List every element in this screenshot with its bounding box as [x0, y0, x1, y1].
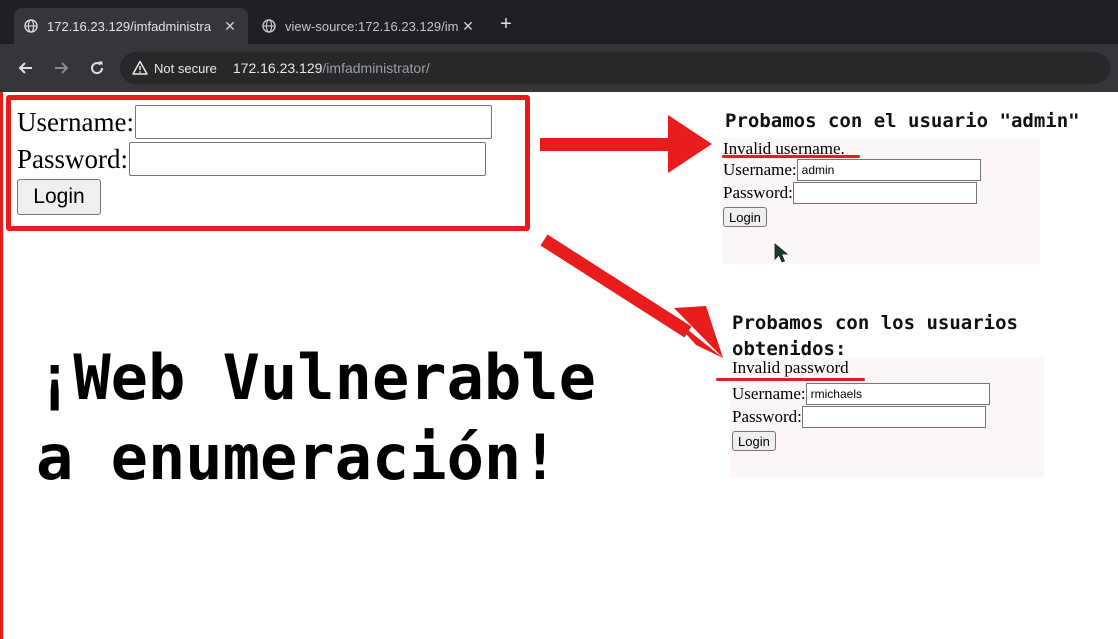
login-button[interactable]: Login [723, 207, 767, 227]
right-arrow-icon [540, 115, 712, 173]
underline-mark [722, 155, 860, 158]
close-icon[interactable]: ✕ [222, 18, 238, 35]
password-row: Password: [17, 142, 487, 176]
password-input[interactable] [129, 142, 487, 176]
users-test-heading: Probamos con los usuarios obtenidos: [732, 312, 1018, 360]
tab-title: view-source:172.16.23.129/im [285, 18, 459, 34]
username-label: Username: [732, 384, 806, 403]
admin-username-row: Username: [723, 159, 981, 181]
left-red-edge [0, 92, 3, 639]
reload-icon[interactable] [87, 58, 107, 78]
globe-icon [262, 19, 276, 33]
address-bar[interactable]: Not secure 172.16.23.129/imfadministrato… [120, 52, 1110, 84]
globe-icon [24, 19, 38, 33]
admin-test-heading: Probamos con el usuario "admin" [725, 110, 1080, 132]
login-button[interactable]: Login [732, 431, 776, 451]
banner-line-2: a enumeración! [36, 421, 559, 494]
cursor-icon [774, 243, 789, 263]
forward-arrow-icon[interactable] [51, 58, 71, 78]
password-label: Password: [732, 407, 802, 426]
url-host: 172.16.23.129 [232, 60, 323, 76]
tab-imfadministrator[interactable]: 172.16.23.129/imfadministra ✕ [14, 8, 248, 44]
username-input[interactable] [796, 159, 981, 181]
url-path: /imfadministrator/ [322, 60, 430, 76]
tab-view-source[interactable]: view-source:172.16.23.129/im ✕ [252, 8, 486, 44]
username-label: Username: [723, 160, 797, 179]
security-label[interactable]: Not secure [154, 61, 217, 76]
users-password-row: Password: [732, 406, 986, 428]
vulnerable-banner: ¡Web Vulnerable a enumeración! [36, 338, 596, 498]
username-label: Username: [17, 106, 134, 137]
warning-icon[interactable] [132, 60, 148, 76]
browser-chrome: 172.16.23.129/imfadministra ✕ view-sourc… [0, 0, 1118, 92]
password-label: Password: [17, 143, 129, 174]
invalid-password-message: Invalid password [732, 358, 849, 377]
username-input[interactable] [134, 105, 492, 139]
username-input[interactable] [805, 383, 990, 405]
back-arrow-icon[interactable] [16, 58, 36, 78]
underline-mark [716, 378, 865, 381]
new-tab-button[interactable]: + [494, 12, 518, 36]
users-username-row: Username: [732, 383, 990, 405]
login-button[interactable]: Login [17, 179, 101, 215]
password-label: Password: [723, 183, 793, 202]
close-icon[interactable]: ✕ [460, 18, 476, 35]
password-input[interactable] [801, 406, 986, 428]
admin-password-row: Password: [723, 182, 977, 204]
tab-title: 172.16.23.129/imfadministra [47, 18, 212, 34]
banner-line-1: ¡Web Vulnerable [36, 341, 596, 414]
browser-toolbar: Not secure 172.16.23.129/imfadministrato… [0, 44, 1118, 92]
password-input[interactable] [792, 182, 977, 204]
username-row: Username: [17, 105, 492, 139]
tab-strip: 172.16.23.129/imfadministra ✕ view-sourc… [0, 0, 1118, 44]
